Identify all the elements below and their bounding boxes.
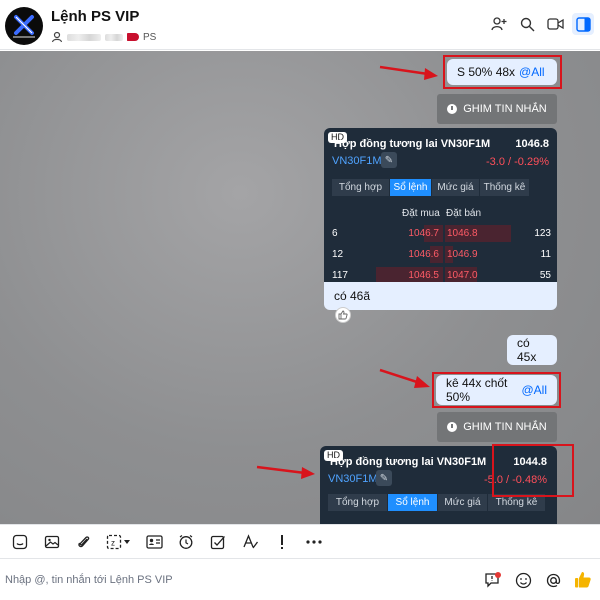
more-icon[interactable] [299,527,329,557]
bid-qty: 12 [332,249,344,260]
tab-overview[interactable]: Tổng hợp [332,179,390,196]
card-caption-text: có 46ã [334,289,371,303]
tab-statistics[interactable]: Thống kê [480,179,530,196]
bid-qty: 117 [332,270,348,281]
card-price: 1046.8 [515,138,549,150]
red-arrow-icon [379,65,438,80]
highlight-box [432,372,561,408]
pencil-icon[interactable]: ✎ [376,470,392,486]
quick-message-icon[interactable] [482,569,504,591]
message-text: có 45x [517,336,537,364]
member-info[interactable]: PS [51,30,156,44]
image-icon[interactable] [37,527,67,557]
header-actions [488,13,594,35]
ask-qty: 123 [534,228,551,239]
screenshot-icon[interactable]: z [101,527,137,557]
tab-price-levels[interactable]: Mức giá [438,494,488,511]
attachment-icon[interactable] [69,527,99,557]
composer-actions [482,569,594,591]
bid-qty: 6 [332,228,338,239]
tab-price-levels[interactable]: Mức giá [432,179,480,196]
card-symbol[interactable]: VN30F1M [332,155,382,167]
ask-qty: 11 [540,249,551,260]
chat-title[interactable]: Lệnh PS VIP [51,8,139,25]
priority-icon[interactable] [267,527,297,557]
highlight-box [443,55,562,89]
group-avatar[interactable] [5,7,43,45]
sidebar-toggle-icon[interactable] [572,13,594,35]
ask-header: Đặt bán [446,208,482,219]
card-caption[interactable]: có 46ã [324,282,557,310]
orderbook-row: 117 1046.5 1047.0 55 [324,265,557,282]
bid-price: 1046.6 [408,249,439,260]
bid-header: Đặt mua [402,208,440,219]
ask-qty: 55 [539,270,551,281]
search-icon[interactable] [516,13,538,35]
bid-price: 1046.7 [408,228,439,239]
orderbook-row: 6 1046.7 1046.8 123 [324,223,557,244]
reminder-icon[interactable] [171,527,201,557]
emoji-icon[interactable] [512,569,534,591]
add-member-icon[interactable] [488,13,510,35]
label-tag-text: PS [143,31,157,43]
video-call-icon[interactable] [544,13,566,35]
tab-orderbook[interactable]: Sổ lệnh [390,179,432,196]
like-icon[interactable] [572,569,594,591]
sticker-icon[interactable] [5,527,35,557]
highlight-box [492,444,574,497]
pencil-icon[interactable]: ✎ [381,152,397,168]
x-logo-icon [13,15,35,38]
ask-price: 1046.9 [447,249,478,260]
clock-icon [447,422,458,432]
ask-price: 1046.8 [447,228,478,239]
mention-icon[interactable] [542,569,564,591]
message-input[interactable]: Nhập @, tin nhắn tới Lệnh PS VIP [5,574,173,586]
member-icon [51,31,63,43]
blurred-member-names-2 [105,33,123,41]
ask-price: 1047.0 [447,270,478,281]
tab-orderbook[interactable]: Sổ lệnh [388,494,438,511]
pin-label: GHIM TIN NHẮN [463,421,547,433]
clock-icon [447,104,458,114]
card-title: Hợp đồng tương lai VN30F1M [334,138,491,150]
card-title: Hợp đồng tương lai VN30F1M [330,456,487,468]
message-list[interactable]: S 50% 48x @All GHIM TIN NHẮN HD Hợp đồng… [0,51,600,524]
pin-label: GHIM TIN NHẮN [463,103,547,115]
message-composer: Nhập @, tin nhắn tới Lệnh PS VIP [0,560,600,600]
svg-text:z: z [111,538,115,547]
card-change: -3.0 / -0.29% [486,156,549,168]
pin-message-button[interactable]: GHIM TIN NHẮN [437,412,557,442]
format-text-icon[interactable] [235,527,265,557]
blurred-member-names [67,33,101,41]
pin-message-button[interactable]: GHIM TIN NHẮN [437,94,557,124]
card-symbol[interactable]: VN30F1M [328,473,378,485]
card-tabs: Tổng hợp Sổ lệnh Mức giá Thống kê [332,179,530,196]
red-arrow-icon [256,465,315,479]
tab-overview[interactable]: Tổng hợp [328,494,388,511]
red-arrow-icon [379,368,430,388]
bid-price: 1046.5 [408,270,439,281]
composer-toolbar: z [0,524,600,559]
contact-card-icon[interactable] [139,527,169,557]
futures-card[interactable]: HD Hợp đồng tương lai VN30F1M 1046.8 VN3… [324,128,557,282]
message-bubble[interactable]: có 45x [507,335,557,365]
task-icon[interactable] [203,527,233,557]
chat-header: Lệnh PS VIP PS [0,0,600,50]
label-tag-icon [127,33,139,41]
orderbook-row: 12 1046.6 1046.9 11 [324,244,557,265]
reaction-like-icon[interactable] [335,307,351,323]
